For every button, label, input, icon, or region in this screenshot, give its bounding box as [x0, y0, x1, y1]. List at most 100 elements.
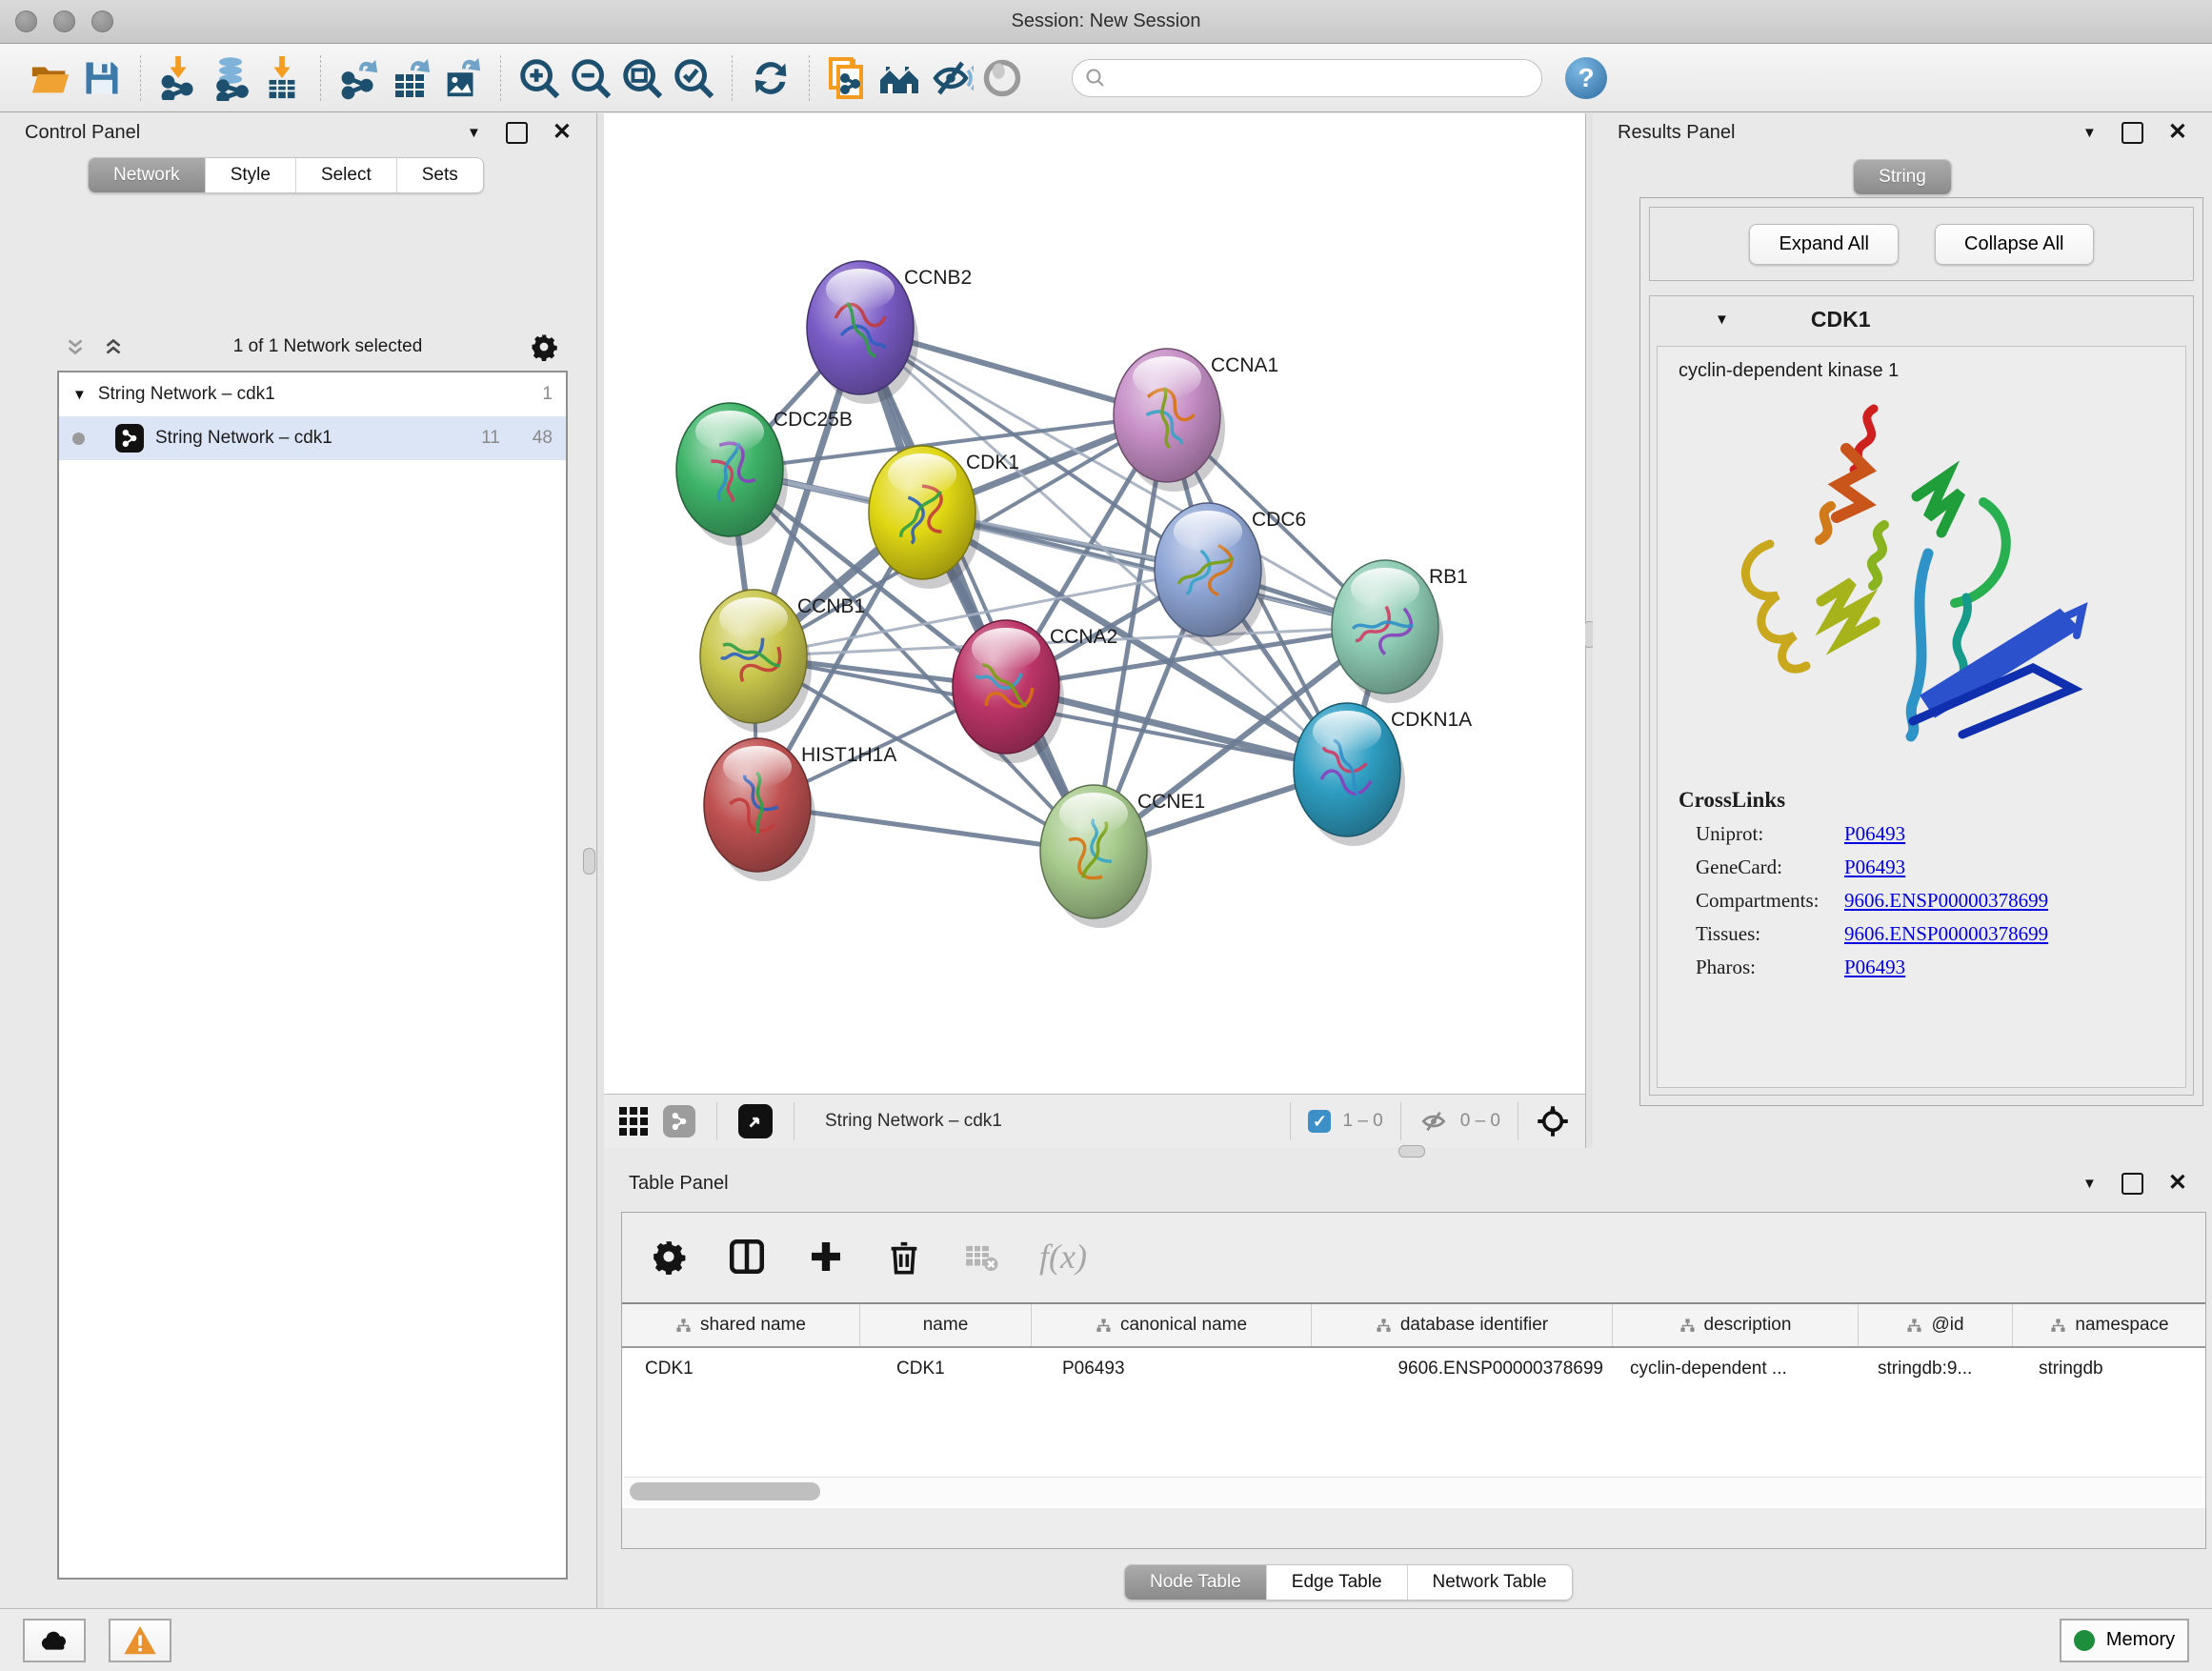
grid-view-icon[interactable]: [619, 1107, 648, 1136]
collapse-all-button[interactable]: Collapse All: [1935, 224, 2094, 265]
cell-shared-name[interactable]: CDK1: [622, 1359, 860, 1379]
warnings-button[interactable]: [109, 1619, 171, 1662]
close-panel-icon[interactable]: ✕: [2168, 121, 2187, 144]
close-panel-icon[interactable]: ✕: [2168, 1172, 2187, 1195]
float-panel-icon[interactable]: [2122, 1173, 2143, 1195]
clone-network-button[interactable]: [822, 52, 874, 104]
network-node-ccnb2[interactable]: [807, 261, 918, 404]
crosslink-link[interactable]: 9606.ENSP00000378699: [1844, 889, 2164, 913]
tab-string[interactable]: String: [1854, 160, 1951, 194]
expand-all-icon[interactable]: [101, 334, 126, 359]
zoom-fit-button[interactable]: [616, 52, 668, 104]
hide-glass-effect-button[interactable]: [925, 52, 976, 104]
network-node-cdk1[interactable]: [869, 446, 980, 589]
network-canvas[interactable]: CCNB2CCNA1CDC25BCDK1CDC6RB1CCNB1CCNA2CDK…: [604, 113, 1585, 1094]
minimize-window-button[interactable]: [53, 10, 75, 32]
network-node-cdkn1a[interactable]: [1294, 703, 1405, 846]
export-network-button[interactable]: [333, 52, 385, 104]
left-splitter-grip[interactable]: [583, 848, 595, 875]
network-node-ccna1[interactable]: [1114, 349, 1225, 492]
expand-all-button[interactable]: Expand All: [1749, 224, 1899, 265]
float-panel-icon[interactable]: [506, 122, 528, 144]
tab-network-table[interactable]: Network Table: [1408, 1565, 1572, 1600]
birds-eye-view-icon[interactable]: [738, 1104, 773, 1138]
column-header-database-identifier[interactable]: database identifier: [1312, 1304, 1613, 1346]
tab-sets[interactable]: Sets: [397, 158, 483, 192]
float-panel-icon[interactable]: [2122, 122, 2143, 144]
crosslink-link[interactable]: 9606.ENSP00000378699: [1844, 922, 2164, 946]
column-header-canonical-name[interactable]: canonical name: [1032, 1304, 1312, 1346]
close-panel-icon[interactable]: ✕: [553, 121, 572, 144]
selected-checkbox-icon[interactable]: ✓: [1308, 1110, 1331, 1133]
tab-node-table[interactable]: Node Table: [1125, 1565, 1267, 1600]
show-graphics-details-button[interactable]: [976, 52, 1028, 104]
export-table-button[interactable]: [385, 52, 436, 104]
cell-name[interactable]: CDK1: [860, 1359, 1032, 1379]
network-collection-row[interactable]: ▼ String Network – cdk1 1: [59, 372, 566, 416]
search-input[interactable]: [1107, 67, 1530, 90]
collection-expand-icon[interactable]: ▼: [72, 387, 87, 403]
memory-button[interactable]: Memory: [2060, 1619, 2189, 1662]
cell-namespace[interactable]: stringdb: [2013, 1359, 2205, 1379]
refresh-network-button[interactable]: [745, 52, 796, 104]
edge-ccnb2-ccne1[interactable]: [860, 328, 1094, 852]
network-node-ccne1[interactable]: [1040, 785, 1152, 928]
cloud-button[interactable]: [23, 1619, 86, 1662]
column-header-namespace[interactable]: namespace: [2013, 1304, 2205, 1346]
crosslink-link[interactable]: P06493: [1844, 956, 2164, 979]
gene-description: cyclin-dependent kinase 1: [1679, 360, 2164, 382]
gene-section-header[interactable]: ▼ CDK1: [1650, 296, 2193, 342]
export-image-button[interactable]: [436, 52, 488, 104]
string-home-button[interactable]: [874, 52, 925, 104]
column-header-shared-name[interactable]: shared name: [622, 1304, 860, 1346]
cell-canonical-name[interactable]: P06493: [1032, 1359, 1312, 1379]
import-network-database-button[interactable]: [205, 52, 256, 104]
save-session-button[interactable]: [76, 52, 128, 104]
network-node-hist1h1a[interactable]: [704, 738, 815, 881]
network-node-cdc6[interactable]: [1155, 503, 1266, 646]
collapse-all-icon[interactable]: [63, 334, 88, 359]
table-gear-icon[interactable]: [651, 1238, 687, 1275]
open-session-button[interactable]: [25, 52, 76, 104]
column-header--id[interactable]: @id: [1859, 1304, 2013, 1346]
table-row[interactable]: CDK1CDK1P064939606.ENSP00000378699cyclin…: [622, 1348, 2205, 1390]
panel-menu-icon[interactable]: ▼: [2082, 125, 2097, 141]
fit-crosshair-icon[interactable]: [1536, 1104, 1570, 1138]
zoom-window-button[interactable]: [91, 10, 113, 32]
network-node-ccnb1[interactable]: [700, 590, 812, 733]
panel-menu-icon[interactable]: ▼: [467, 125, 481, 141]
import-network-file-button[interactable]: [153, 52, 205, 104]
network-node-rb1[interactable]: [1332, 560, 1443, 703]
crosslink-link[interactable]: P06493: [1844, 856, 2164, 879]
column-header-description[interactable]: description: [1613, 1304, 1859, 1346]
tab-select[interactable]: Select: [296, 158, 397, 192]
scrollbar-thumb[interactable]: [630, 1482, 820, 1500]
help-button[interactable]: ?: [1565, 57, 1607, 99]
zoom-out-button[interactable]: [565, 52, 616, 104]
crosslink-link[interactable]: P06493: [1844, 822, 2164, 846]
gear-icon[interactable]: [530, 332, 558, 361]
node-label-cdc25b: CDC25B: [774, 409, 853, 431]
zoom-in-button[interactable]: [513, 52, 565, 104]
gene-expand-icon[interactable]: ▼: [1715, 312, 1729, 328]
horizontal-splitter-grip[interactable]: [1398, 1145, 1425, 1158]
node-table: shared namenamecanonical namedatabase id…: [622, 1302, 2205, 1508]
select-columns-icon[interactable]: [727, 1237, 767, 1277]
close-window-button[interactable]: [15, 10, 37, 32]
network-row[interactable]: String Network – cdk1 11 48: [59, 416, 566, 460]
tab-edge-table[interactable]: Edge Table: [1267, 1565, 1408, 1600]
zoom-selected-button[interactable]: [668, 52, 719, 104]
cell-description[interactable]: cyclin-dependent ...: [1613, 1359, 1859, 1379]
toolbar-divider: [140, 55, 141, 101]
tab-style[interactable]: Style: [206, 158, 296, 192]
cell-database-identifier[interactable]: 9606.ENSP00000378699: [1312, 1359, 1613, 1379]
tab-network[interactable]: Network: [89, 158, 206, 192]
panel-menu-icon[interactable]: ▼: [2082, 1176, 2097, 1192]
delete-column-icon[interactable]: [885, 1238, 923, 1276]
add-column-icon[interactable]: [807, 1238, 845, 1276]
cell--id[interactable]: stringdb:9...: [1859, 1359, 2013, 1379]
network-share-toggle-icon[interactable]: [663, 1105, 695, 1137]
table-horizontal-scrollbar[interactable]: [624, 1477, 2203, 1506]
import-table-file-button[interactable]: [256, 52, 308, 104]
column-header-name[interactable]: name: [860, 1304, 1032, 1346]
